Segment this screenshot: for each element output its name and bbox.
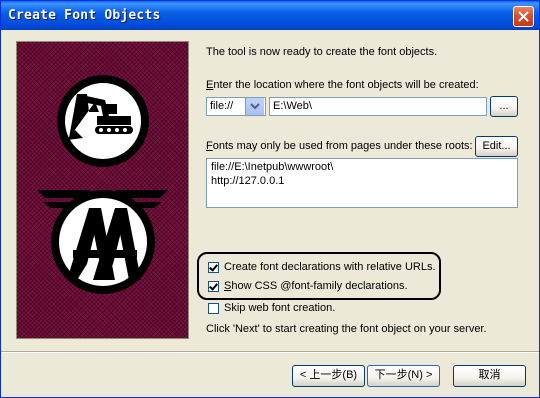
show-css-label[interactable]: Show CSS @font-family declarations. — [224, 280, 408, 292]
skip-web-font-label[interactable]: Skip web font creation. — [224, 302, 335, 314]
window-title: Create Font Objects — [8, 8, 161, 23]
roots-label: Fonts may only be used from pages under … — [206, 140, 473, 152]
back-button[interactable]: < 上一步(B) — [292, 365, 365, 387]
roots-item: file://E:\Inetpub\wwwroot\ — [211, 161, 334, 173]
options-highlight — [197, 252, 441, 300]
relative-urls-label[interactable]: Create font declarations with relative U… — [224, 261, 436, 273]
wizard-banner — [16, 41, 189, 339]
location-label-rest: nter the location where the font objects… — [213, 79, 479, 91]
protocol-dropdown-button[interactable] — [245, 98, 264, 115]
location-path-field[interactable]: E:\Web\ — [269, 97, 487, 116]
separator — [1, 351, 539, 353]
roots-item: http://127.0.0.1 — [211, 175, 285, 187]
roots-label-key: F — [206, 140, 213, 152]
protocol-value: file:// — [210, 100, 234, 112]
close-icon — [518, 11, 529, 22]
hint-text: Click 'Next' to start creating the font … — [206, 323, 487, 335]
next-button[interactable]: 下一步(N) > — [367, 365, 440, 387]
browse-button[interactable]: ... — [490, 96, 518, 117]
show-css-label-rest: how CSS @font-family declarations. — [231, 280, 408, 292]
relative-urls-checkbox[interactable] — [208, 262, 219, 273]
font-tool-logo-icon — [37, 75, 168, 294]
location-path-value: E:\Web\ — [273, 100, 312, 112]
dialog-window: Create Font Objects The tool is now read… — [0, 0, 540, 398]
title-bar[interactable]: Create Font Objects — [1, 1, 539, 30]
chevron-down-icon — [250, 103, 260, 110]
skip-web-font-checkbox[interactable] — [208, 303, 219, 314]
roots-label-rest: onts may only be used from pages under t… — [212, 140, 473, 152]
show-css-checkbox[interactable] — [208, 281, 219, 292]
location-label: Enter the location where the font object… — [206, 79, 479, 91]
roots-list[interactable]: file://E:\Inetpub\wwwroot\ http://127.0.… — [206, 158, 518, 208]
close-button[interactable] — [513, 6, 534, 27]
edit-roots-button[interactable]: Edit... — [475, 136, 518, 157]
cancel-button[interactable]: 取消 — [453, 365, 526, 387]
intro-text: The tool is now ready to create the font… — [206, 46, 438, 58]
dialog-body: The tool is now ready to create the font… — [1, 30, 539, 397]
